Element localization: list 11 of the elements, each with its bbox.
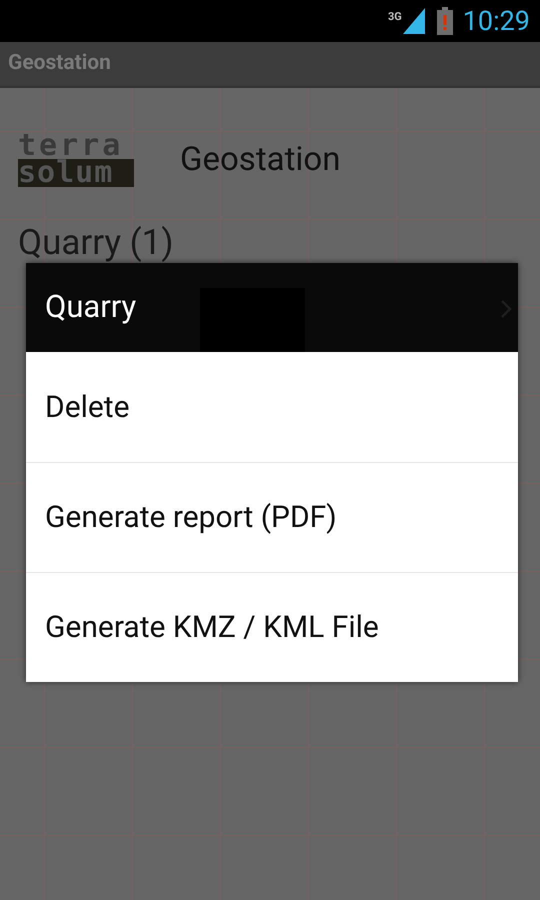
menu-item[interactable]: Generate report (PDF) bbox=[26, 462, 518, 572]
network-type: 3G bbox=[388, 11, 402, 22]
app-title: Geostation bbox=[8, 50, 111, 78]
battery-alert-icon bbox=[436, 7, 453, 35]
menu-title: Quarry bbox=[45, 287, 136, 328]
menu-item[interactable]: Delete bbox=[26, 352, 518, 462]
logo: terra solum bbox=[18, 133, 134, 187]
clock-time: 10:29 bbox=[462, 8, 530, 34]
menu-item[interactable]: Generate KMZ / KML File bbox=[26, 572, 518, 682]
signal-icon bbox=[402, 8, 427, 34]
header-title: Geostation bbox=[180, 139, 340, 182]
